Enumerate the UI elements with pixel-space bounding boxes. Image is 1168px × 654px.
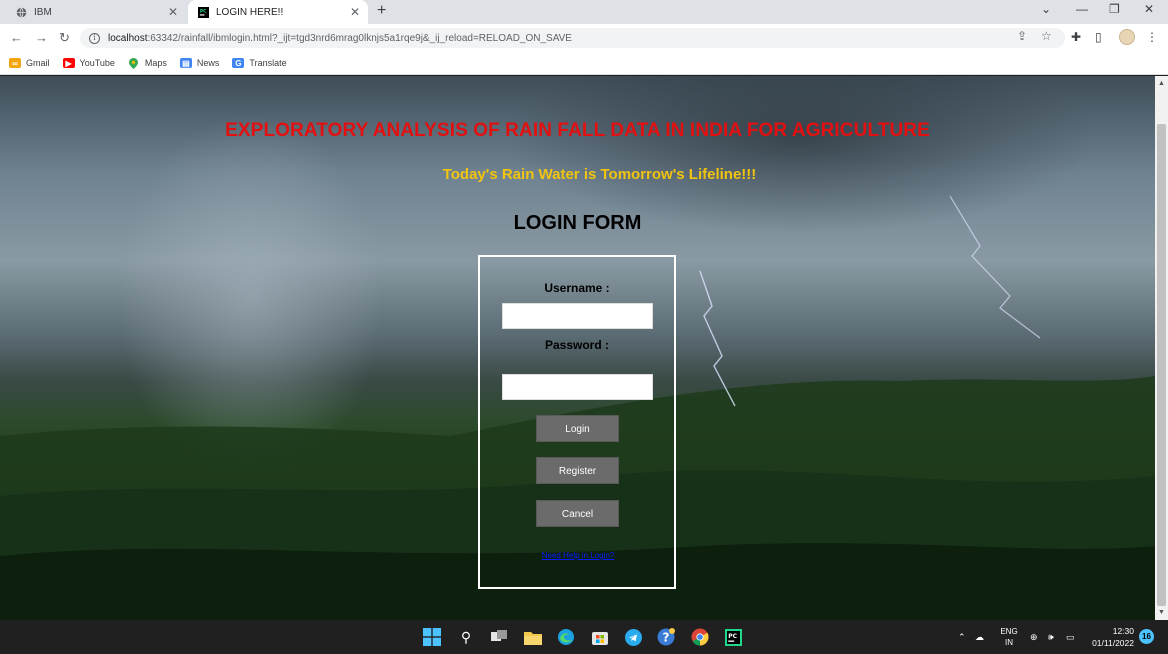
edge-browser-icon[interactable] [556,627,576,647]
bookmark-label: Translate [249,58,287,68]
globe-icon [15,6,27,18]
task-view-icon[interactable] [489,627,509,647]
url-host: localhost [108,32,148,44]
close-tab-icon[interactable]: ✕ [350,5,360,19]
gmail-icon: ∞ [9,58,21,68]
scroll-thumb[interactable] [1157,124,1166,606]
svg-text:?: ? [663,631,670,645]
site-info-icon[interactable]: i [89,32,100,44]
bookmark-youtube[interactable]: ▶ YouTube [62,58,115,68]
new-tab-icon[interactable]: + [377,2,386,20]
language-indicator[interactable]: ENG IN [997,626,1021,648]
system-clock[interactable]: 12:30 01/11/2022 [1086,625,1134,649]
password-label: Password : [544,338,610,352]
close-window-icon[interactable]: ✕ [1144,2,1154,16]
minimize-icon[interactable]: — [1076,2,1088,16]
scroll-up-icon[interactable]: ▲ [1158,80,1165,87]
tab-login[interactable]: PC LOGIN HERE!! ✕ [188,0,368,24]
forward-icon[interactable]: → [35,30,48,45]
browser-toolbar: ← → ↻ i localhost:63342/rainfall/ibmlogi… [0,24,1168,52]
bookmark-star-icon[interactable]: ☆ [1041,29,1052,43]
clock-date: 01/11/2022 [1092,638,1134,648]
show-hidden-icons[interactable]: ⌃ [958,620,966,654]
bookmark-label: YouTube [79,58,115,68]
reload-icon[interactable]: ↻ [59,30,70,46]
bookmark-gmail[interactable]: ∞ Gmail [9,58,50,68]
address-bar[interactable]: i localhost:63342/rainfall/ibmlogin.html… [80,28,1065,48]
username-input[interactable] [502,303,653,329]
profile-avatar[interactable] [1119,29,1135,45]
news-icon: ▤ [179,58,192,68]
login-form: Username : Password : Login Register Can… [478,255,676,589]
chrome-icon[interactable] [690,627,710,647]
pycharm-icon[interactable]: PC [723,627,743,647]
page-title: EXPLORATORY ANALYSIS OF RAIN FALL DATA I… [225,120,930,141]
password-input[interactable] [502,374,653,400]
extensions-icon[interactable]: ✚ [1071,30,1081,44]
cancel-button[interactable]: Cancel [536,500,619,527]
help-app-icon[interactable]: ? [656,627,676,647]
onedrive-icon[interactable]: ☁ [975,620,984,654]
notification-badge[interactable]: 16 [1139,629,1154,644]
bookmark-label: Gmail [26,58,50,68]
bookmark-maps[interactable]: Maps [128,57,167,69]
form-heading: LOGIN FORM [513,212,642,234]
bookmark-translate[interactable]: G Translate [232,58,287,68]
restore-icon[interactable]: ❐ [1109,2,1120,16]
scroll-down-icon[interactable]: ▼ [1158,609,1165,616]
volume-icon[interactable]: 🕪 [1048,620,1054,654]
close-tab-icon[interactable]: ✕ [168,5,178,19]
username-label: Username : [544,281,610,295]
language-region: IN [1005,638,1013,647]
login-button[interactable]: Login [536,415,619,442]
vertical-scrollbar[interactable]: ▲ ▼ [1155,76,1168,620]
page-viewport: EXPLORATORY ANALYSIS OF RAIN FALL DATA I… [0,76,1155,620]
svg-text:PC: PC [199,8,206,14]
tab-title: IBM [34,6,52,18]
menu-icon[interactable]: ⋮ [1146,30,1158,44]
url-path: :63342/rainfall/ibmlogin.html?_ijt=tgd3n… [147,32,572,44]
tab-ibm[interactable]: IBM ✕ [0,0,186,24]
battery-icon[interactable]: ▭ [1066,620,1075,654]
bookmark-label: News [196,58,220,68]
page-subtitle: Today's Rain Water is Tomorrow's Lifelin… [442,166,757,183]
taskbar: ⚲ ? PC ⌃ ☁ ENG IN ⊕ 🕪 ▭ 12:30 01/11/2022… [0,620,1168,654]
tab-title: LOGIN HERE!! [216,6,284,18]
telegram-icon[interactable] [623,627,643,647]
help-link[interactable]: Need Help in Login? [480,551,676,560]
register-button[interactable]: Register [536,457,619,484]
bookmark-news[interactable]: ▤ News [179,58,220,68]
maps-icon [128,57,140,69]
chevron-down-icon[interactable]: ⌄ [1041,2,1051,16]
back-icon[interactable]: ← [10,30,23,45]
youtube-icon: ▶ [62,58,75,68]
translate-icon: G [232,58,245,68]
tab-strip: IBM ✕ PC LOGIN HERE!! ✕ + ⌄ — ❐ ✕ [0,0,1168,24]
language-code: ENG [1000,627,1018,636]
bookmark-label: Maps [144,58,167,68]
clock-time: 12:30 [1112,626,1134,636]
network-icon[interactable]: ⊕ [1030,620,1038,654]
windows-start-icon[interactable] [422,627,442,647]
file-explorer-icon[interactable] [523,627,543,647]
side-panel-icon[interactable]: ▯ [1095,30,1102,44]
pycharm-icon: PC [197,6,209,18]
svg-text:PC: PC [728,633,737,640]
search-icon[interactable]: ⚲ [456,627,476,647]
bookmarks-bar: ∞ Gmail ▶ YouTube Maps ▤ News G Translat… [0,52,1168,75]
share-icon[interactable]: ⇪ [1017,29,1027,43]
microsoft-store-icon[interactable] [590,627,610,647]
